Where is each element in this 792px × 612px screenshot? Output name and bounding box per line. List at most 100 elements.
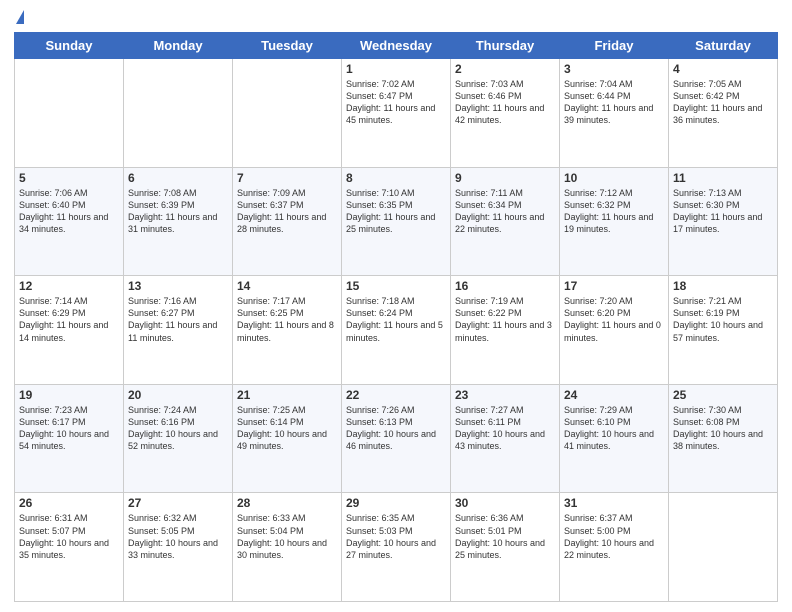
calendar-cell: 23Sunrise: 7:27 AM Sunset: 6:11 PM Dayli… bbox=[451, 384, 560, 493]
calendar-day-header: Sunday bbox=[15, 33, 124, 59]
day-number: 7 bbox=[237, 171, 337, 185]
calendar-cell bbox=[124, 59, 233, 168]
day-number: 18 bbox=[673, 279, 773, 293]
day-number: 28 bbox=[237, 496, 337, 510]
cell-info: Sunrise: 6:37 AM Sunset: 5:00 PM Dayligh… bbox=[564, 512, 664, 561]
day-number: 8 bbox=[346, 171, 446, 185]
cell-info: Sunrise: 7:11 AM Sunset: 6:34 PM Dayligh… bbox=[455, 187, 555, 236]
header bbox=[14, 10, 778, 26]
cell-info: Sunrise: 7:24 AM Sunset: 6:16 PM Dayligh… bbox=[128, 404, 228, 453]
cell-info: Sunrise: 7:18 AM Sunset: 6:24 PM Dayligh… bbox=[346, 295, 446, 344]
day-number: 27 bbox=[128, 496, 228, 510]
calendar-cell: 12 Sunrise: 7:14 AM Sunset: 6:29 PM Dayli… bbox=[15, 276, 124, 385]
calendar-cell: 14Sunrise: 7:17 AM Sunset: 6:25 PM Dayli… bbox=[233, 276, 342, 385]
day-number: 21 bbox=[237, 388, 337, 402]
cell-info: Sunrise: 7:29 AM Sunset: 6:10 PM Dayligh… bbox=[564, 404, 664, 453]
cell-info: Sunrise: 7:30 AM Sunset: 6:08 PM Dayligh… bbox=[673, 404, 773, 453]
cell-info: Sunrise: 7:06 AM Sunset: 6:40 PM Dayligh… bbox=[19, 187, 119, 236]
calendar-cell: 11Sunrise: 7:13 AM Sunset: 6:30 PM Dayli… bbox=[669, 167, 778, 276]
cell-info: Sunrise: 7:14 AM Sunset: 6:29 PM Dayligh… bbox=[19, 295, 119, 344]
calendar-cell: 9 Sunrise: 7:11 AM Sunset: 6:34 PM Daylig… bbox=[451, 167, 560, 276]
calendar-week-row: 5 Sunrise: 7:06 AM Sunset: 6:40 PM Daylig… bbox=[15, 167, 778, 276]
calendar-cell: 1 Sunrise: 7:02 AM Sunset: 6:47 PM Daylig… bbox=[342, 59, 451, 168]
cell-info: Sunrise: 7:27 AM Sunset: 6:11 PM Dayligh… bbox=[455, 404, 555, 453]
calendar-table: SundayMondayTuesdayWednesdayThursdayFrid… bbox=[14, 32, 778, 602]
cell-info: Sunrise: 7:17 AM Sunset: 6:25 PM Dayligh… bbox=[237, 295, 337, 344]
cell-info: Sunrise: 7:20 AM Sunset: 6:20 PM Dayligh… bbox=[564, 295, 664, 344]
calendar-day-header: Tuesday bbox=[233, 33, 342, 59]
calendar-day-header: Wednesday bbox=[342, 33, 451, 59]
calendar-cell: 7 Sunrise: 7:09 AM Sunset: 6:37 PM Daylig… bbox=[233, 167, 342, 276]
day-number: 26 bbox=[19, 496, 119, 510]
calendar-cell: 25Sunrise: 7:30 AM Sunset: 6:08 PM Dayli… bbox=[669, 384, 778, 493]
cell-info: Sunrise: 6:36 AM Sunset: 5:01 PM Dayligh… bbox=[455, 512, 555, 561]
day-number: 6 bbox=[128, 171, 228, 185]
calendar-cell: 4 Sunrise: 7:05 AM Sunset: 6:42 PM Daylig… bbox=[669, 59, 778, 168]
day-number: 29 bbox=[346, 496, 446, 510]
day-number: 19 bbox=[19, 388, 119, 402]
day-number: 20 bbox=[128, 388, 228, 402]
calendar-cell: 29Sunrise: 6:35 AM Sunset: 5:03 PM Dayli… bbox=[342, 493, 451, 602]
calendar-cell: 27 Sunrise: 6:32 AM Sunset: 5:05 PM Dayli… bbox=[124, 493, 233, 602]
day-number: 5 bbox=[19, 171, 119, 185]
calendar-cell: 5 Sunrise: 7:06 AM Sunset: 6:40 PM Daylig… bbox=[15, 167, 124, 276]
calendar-header-row: SundayMondayTuesdayWednesdayThursdayFrid… bbox=[15, 33, 778, 59]
calendar-cell bbox=[15, 59, 124, 168]
day-number: 24 bbox=[564, 388, 664, 402]
day-number: 22 bbox=[346, 388, 446, 402]
calendar-week-row: 12 Sunrise: 7:14 AM Sunset: 6:29 PM Dayli… bbox=[15, 276, 778, 385]
calendar-week-row: 26 Sunrise: 6:31 AM Sunset: 5:07 PM Dayli… bbox=[15, 493, 778, 602]
calendar-cell: 22 Sunrise: 7:26 AM Sunset: 6:13 PM Dayli… bbox=[342, 384, 451, 493]
cell-info: Sunrise: 6:33 AM Sunset: 5:04 PM Dayligh… bbox=[237, 512, 337, 561]
day-number: 4 bbox=[673, 62, 773, 76]
calendar-week-row: 1 Sunrise: 7:02 AM Sunset: 6:47 PM Daylig… bbox=[15, 59, 778, 168]
cell-info: Sunrise: 7:02 AM Sunset: 6:47 PM Dayligh… bbox=[346, 78, 446, 127]
calendar-cell: 6 Sunrise: 7:08 AM Sunset: 6:39 PM Daylig… bbox=[124, 167, 233, 276]
cell-info: Sunrise: 7:04 AM Sunset: 6:44 PM Dayligh… bbox=[564, 78, 664, 127]
day-number: 30 bbox=[455, 496, 555, 510]
day-number: 13 bbox=[128, 279, 228, 293]
day-number: 17 bbox=[564, 279, 664, 293]
calendar-cell: 15 Sunrise: 7:18 AM Sunset: 6:24 PM Dayli… bbox=[342, 276, 451, 385]
calendar-cell: 30 Sunrise: 6:36 AM Sunset: 5:01 PM Dayli… bbox=[451, 493, 560, 602]
cell-info: Sunrise: 7:26 AM Sunset: 6:13 PM Dayligh… bbox=[346, 404, 446, 453]
day-number: 1 bbox=[346, 62, 446, 76]
calendar-cell: 31 Sunrise: 6:37 AM Sunset: 5:00 PM Dayli… bbox=[560, 493, 669, 602]
calendar-cell bbox=[669, 493, 778, 602]
cell-info: Sunrise: 7:03 AM Sunset: 6:46 PM Dayligh… bbox=[455, 78, 555, 127]
cell-info: Sunrise: 7:25 AM Sunset: 6:14 PM Dayligh… bbox=[237, 404, 337, 453]
cell-info: Sunrise: 7:21 AM Sunset: 6:19 PM Dayligh… bbox=[673, 295, 773, 344]
cell-info: Sunrise: 7:23 AM Sunset: 6:17 PM Dayligh… bbox=[19, 404, 119, 453]
calendar-cell: 10 Sunrise: 7:12 AM Sunset: 6:32 PM Dayli… bbox=[560, 167, 669, 276]
calendar-cell: 2 Sunrise: 7:03 AM Sunset: 6:46 PM Daylig… bbox=[451, 59, 560, 168]
cell-info: Sunrise: 7:08 AM Sunset: 6:39 PM Dayligh… bbox=[128, 187, 228, 236]
calendar-cell: 3 Sunrise: 7:04 AM Sunset: 6:44 PM Daylig… bbox=[560, 59, 669, 168]
calendar-day-header: Friday bbox=[560, 33, 669, 59]
cell-info: Sunrise: 7:09 AM Sunset: 6:37 PM Dayligh… bbox=[237, 187, 337, 236]
day-number: 9 bbox=[455, 171, 555, 185]
calendar-cell: 17 Sunrise: 7:20 AM Sunset: 6:20 PM Dayli… bbox=[560, 276, 669, 385]
calendar-week-row: 19 Sunrise: 7:23 AM Sunset: 6:17 PM Dayli… bbox=[15, 384, 778, 493]
day-number: 12 bbox=[19, 279, 119, 293]
day-number: 10 bbox=[564, 171, 664, 185]
calendar-cell bbox=[233, 59, 342, 168]
calendar-day-header: Monday bbox=[124, 33, 233, 59]
calendar-cell: 16Sunrise: 7:19 AM Sunset: 6:22 PM Dayli… bbox=[451, 276, 560, 385]
day-number: 15 bbox=[346, 279, 446, 293]
day-number: 31 bbox=[564, 496, 664, 510]
cell-info: Sunrise: 7:12 AM Sunset: 6:32 PM Dayligh… bbox=[564, 187, 664, 236]
calendar-cell: 28 Sunrise: 6:33 AM Sunset: 5:04 PM Dayli… bbox=[233, 493, 342, 602]
calendar-cell: 13Sunrise: 7:16 AM Sunset: 6:27 PM Dayli… bbox=[124, 276, 233, 385]
day-number: 2 bbox=[455, 62, 555, 76]
day-number: 3 bbox=[564, 62, 664, 76]
calendar-cell: 8Sunrise: 7:10 AM Sunset: 6:35 PM Daylig… bbox=[342, 167, 451, 276]
calendar-cell: 20 Sunrise: 7:24 AM Sunset: 6:16 PM Dayli… bbox=[124, 384, 233, 493]
cell-info: Sunrise: 7:19 AM Sunset: 6:22 PM Dayligh… bbox=[455, 295, 555, 344]
cell-info: Sunrise: 6:31 AM Sunset: 5:07 PM Dayligh… bbox=[19, 512, 119, 561]
cell-info: Sunrise: 6:32 AM Sunset: 5:05 PM Dayligh… bbox=[128, 512, 228, 561]
calendar-cell: 21 Sunrise: 7:25 AM Sunset: 6:14 PM Dayli… bbox=[233, 384, 342, 493]
calendar-day-header: Saturday bbox=[669, 33, 778, 59]
cell-info: Sunrise: 7:05 AM Sunset: 6:42 PM Dayligh… bbox=[673, 78, 773, 127]
calendar-day-header: Thursday bbox=[451, 33, 560, 59]
calendar-cell: 24 Sunrise: 7:29 AM Sunset: 6:10 PM Dayli… bbox=[560, 384, 669, 493]
